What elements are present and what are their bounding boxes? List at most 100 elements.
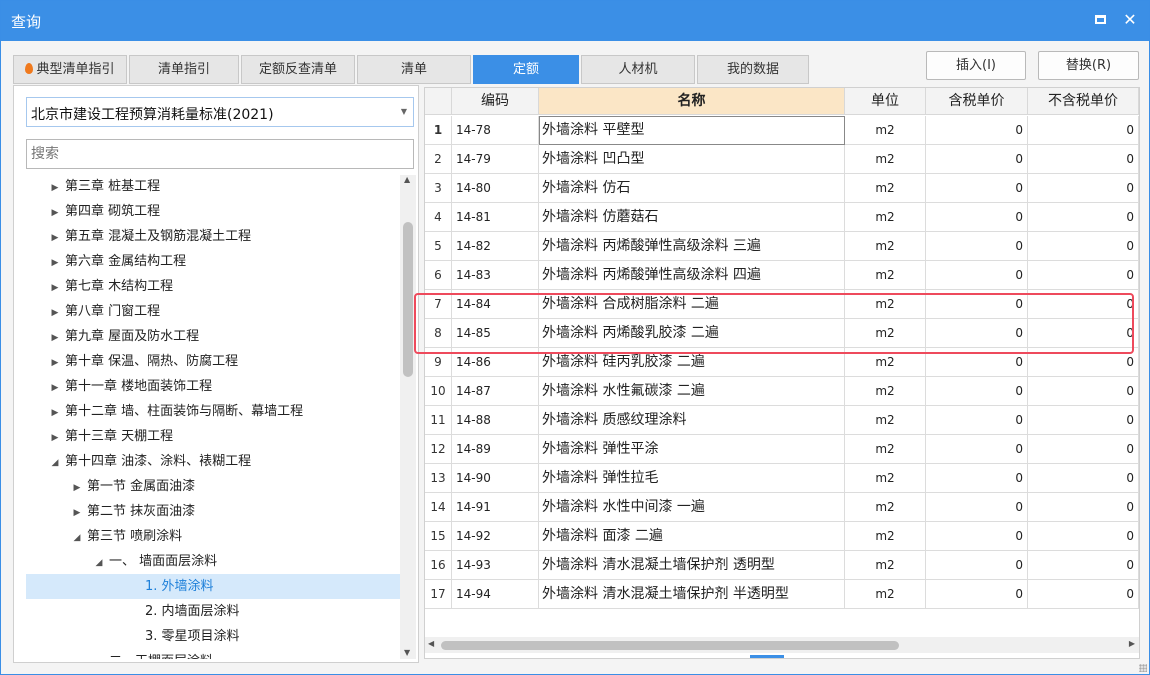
grid-cell-no[interactable]: 16 — [425, 551, 452, 580]
grid-cell-code[interactable]: 14-92 — [452, 522, 539, 551]
grid-cell-no[interactable]: 1 — [425, 116, 452, 145]
grid-cell-notax[interactable]: 0 — [1028, 522, 1139, 551]
grid-cell-unit[interactable]: m2 — [845, 406, 926, 435]
grid-cell-unit[interactable]: m2 — [845, 116, 926, 145]
scroll-up-icon[interactable]: ▲ — [404, 175, 410, 184]
grid-cell-code[interactable]: 14-83 — [452, 261, 539, 290]
tree-item[interactable]: ▶ 第十三章 天棚工程 — [26, 424, 400, 449]
grid-cell-code[interactable]: 14-80 — [452, 174, 539, 203]
grid-cell-code[interactable]: 14-79 — [452, 145, 539, 174]
grid-cell-no[interactable]: 11 — [425, 406, 452, 435]
grid-cell-name[interactable]: 外墙涂料 硅丙乳胶漆 二遍 — [539, 348, 845, 377]
expand-arrow-icon[interactable]: ▶ — [48, 201, 62, 226]
grid-cell-tax[interactable]: 0 — [926, 290, 1028, 319]
grid-cell-notax[interactable]: 0 — [1028, 261, 1139, 290]
expand-arrow-icon[interactable]: ▶ — [48, 301, 62, 326]
tab-quota[interactable]: 定额 — [473, 55, 579, 84]
grid-cell-tax[interactable]: 0 — [926, 348, 1028, 377]
grid-cell-tax[interactable]: 0 — [926, 435, 1028, 464]
grid-cell-tax[interactable]: 0 — [926, 493, 1028, 522]
grid-cell-code[interactable]: 14-78 — [452, 116, 539, 145]
tree-item[interactable]: ◢ 一、 墙面面层涂料 — [26, 549, 400, 574]
grid-cell-notax[interactable]: 0 — [1028, 551, 1139, 580]
grid-cell-name[interactable]: 外墙涂料 凹凸型 — [539, 145, 845, 174]
expand-arrow-icon[interactable]: ▶ — [48, 351, 62, 376]
insert-button[interactable]: 插入(I) — [926, 51, 1026, 80]
tree-item[interactable]: ◢ 第十四章 油漆、涂料、裱糊工程 — [26, 449, 400, 474]
expand-arrow-icon[interactable]: ▶ — [48, 251, 62, 276]
grid-cell-code[interactable]: 14-87 — [452, 377, 539, 406]
grid-cell-unit[interactable]: m2 — [845, 464, 926, 493]
tree-item[interactable]: ▶ 第六章 金属结构工程 — [26, 249, 400, 274]
grid-cell-unit[interactable]: m2 — [845, 580, 926, 609]
grid-cell-no[interactable]: 4 — [425, 203, 452, 232]
grid-cell-tax[interactable]: 0 — [926, 406, 1028, 435]
replace-button[interactable]: 替换(R) — [1038, 51, 1139, 80]
grid-cell-no[interactable]: 10 — [425, 377, 452, 406]
grid-cell-name[interactable]: 外墙涂料 质感纹理涂料 — [539, 406, 845, 435]
grid-cell-name[interactable]: 外墙涂料 丙烯酸弹性高级涂料 四遍 — [539, 261, 845, 290]
chevron-down-icon[interactable]: ▼ — [401, 107, 407, 116]
grid-cell-name[interactable]: 外墙涂料 清水混凝土墙保护剂 半透明型 — [539, 580, 845, 609]
grid-cell-no[interactable]: 12 — [425, 435, 452, 464]
grid-cell-tax[interactable]: 0 — [926, 551, 1028, 580]
grid-cell-notax[interactable]: 0 — [1028, 406, 1139, 435]
grid-cell-tax[interactable]: 0 — [926, 522, 1028, 551]
grid-cell-name[interactable]: 外墙涂料 水性中间漆 一遍 — [539, 493, 845, 522]
grid-cell-notax[interactable]: 0 — [1028, 464, 1139, 493]
scrollbar-thumb[interactable] — [441, 641, 899, 650]
grid-cell-name[interactable]: 外墙涂料 丙烯酸乳胶漆 二遍 — [539, 319, 845, 348]
maximize-icon[interactable] — [1089, 9, 1111, 31]
grid-header-tax-price[interactable]: 含税单价 — [926, 88, 1028, 115]
grid-cell-notax[interactable]: 0 — [1028, 319, 1139, 348]
grid-cell-notax[interactable]: 0 — [1028, 377, 1139, 406]
tree-item[interactable]: ▶ 第一节 金属面油漆 — [26, 474, 400, 499]
grid-cell-name[interactable]: 外墙涂料 仿石 — [539, 174, 845, 203]
grid-cell-no[interactable]: 13 — [425, 464, 452, 493]
grid-cell-unit[interactable]: m2 — [845, 261, 926, 290]
expand-arrow-icon[interactable]: ▶ — [48, 326, 62, 351]
grid-cell-code[interactable]: 14-86 — [452, 348, 539, 377]
scroll-right-icon[interactable]: ▶ — [1129, 639, 1135, 648]
grid-cell-unit[interactable]: m2 — [845, 348, 926, 377]
grid-cell-no[interactable]: 17 — [425, 580, 452, 609]
expand-arrow-icon[interactable]: ▶ — [48, 226, 62, 251]
tab-my-data[interactable]: 我的数据 — [697, 55, 809, 84]
grid-cell-notax[interactable]: 0 — [1028, 493, 1139, 522]
tree-item[interactable]: ▶ 第七章 木结构工程 — [26, 274, 400, 299]
tab-list[interactable]: 清单 — [357, 55, 471, 84]
grid-cell-code[interactable]: 14-93 — [452, 551, 539, 580]
grid-cell-no[interactable]: 8 — [425, 319, 452, 348]
grid-cell-code[interactable]: 14-84 — [452, 290, 539, 319]
grid-cell-no[interactable]: 5 — [425, 232, 452, 261]
search-input[interactable] — [26, 139, 414, 169]
tree-item[interactable]: ▶ 第十一章 楼地面装饰工程 — [26, 374, 400, 399]
grid-cell-notax[interactable]: 0 — [1028, 348, 1139, 377]
grid-cell-name[interactable]: 外墙涂料 清水混凝土墙保护剂 透明型 — [539, 551, 845, 580]
tree-item[interactable]: ▶ 第二节 抹灰面油漆 — [26, 499, 400, 524]
grid-cell-no[interactable]: 6 — [425, 261, 452, 290]
grid-cell-no[interactable]: 9 — [425, 348, 452, 377]
grid-cell-notax[interactable]: 0 — [1028, 116, 1139, 145]
grid-cell-no[interactable]: 3 — [425, 174, 452, 203]
grid-cell-name[interactable]: 外墙涂料 仿蘑菇石 — [539, 203, 845, 232]
grid-header-notax-price[interactable]: 不含税单价 — [1028, 88, 1139, 115]
close-icon[interactable]: ✕ — [1119, 9, 1141, 31]
grid-cell-unit[interactable]: m2 — [845, 435, 926, 464]
tab-quota-reverse-lookup[interactable]: 定额反查清单 — [241, 55, 355, 84]
tree-item[interactable]: ▶ 第四章 砌筑工程 — [26, 199, 400, 224]
grid-cell-tax[interactable]: 0 — [926, 464, 1028, 493]
grid-header-unit[interactable]: 单位 — [845, 88, 926, 115]
grid-cell-name[interactable]: 外墙涂料 弹性平涂 — [539, 435, 845, 464]
grid-header-code[interactable]: 编码 — [452, 88, 539, 115]
tree-item[interactable]: ▶ 第十章 保温、隔热、防腐工程 — [26, 349, 400, 374]
tree-item[interactable]: ▶ 第九章 屋面及防水工程 — [26, 324, 400, 349]
grid-cell-notax[interactable]: 0 — [1028, 435, 1139, 464]
tree-item[interactable]: ▶ 第三章 桩基工程 — [26, 175, 400, 199]
grid-cell-code[interactable]: 14-89 — [452, 435, 539, 464]
grid-cell-tax[interactable]: 0 — [926, 319, 1028, 348]
grid-cell-notax[interactable]: 0 — [1028, 203, 1139, 232]
grid-cell-notax[interactable]: 0 — [1028, 145, 1139, 174]
grid-cell-name[interactable]: 外墙涂料 合成树脂涂料 二遍 — [539, 290, 845, 319]
grid-cell-name[interactable]: 外墙涂料 弹性拉毛 — [539, 464, 845, 493]
